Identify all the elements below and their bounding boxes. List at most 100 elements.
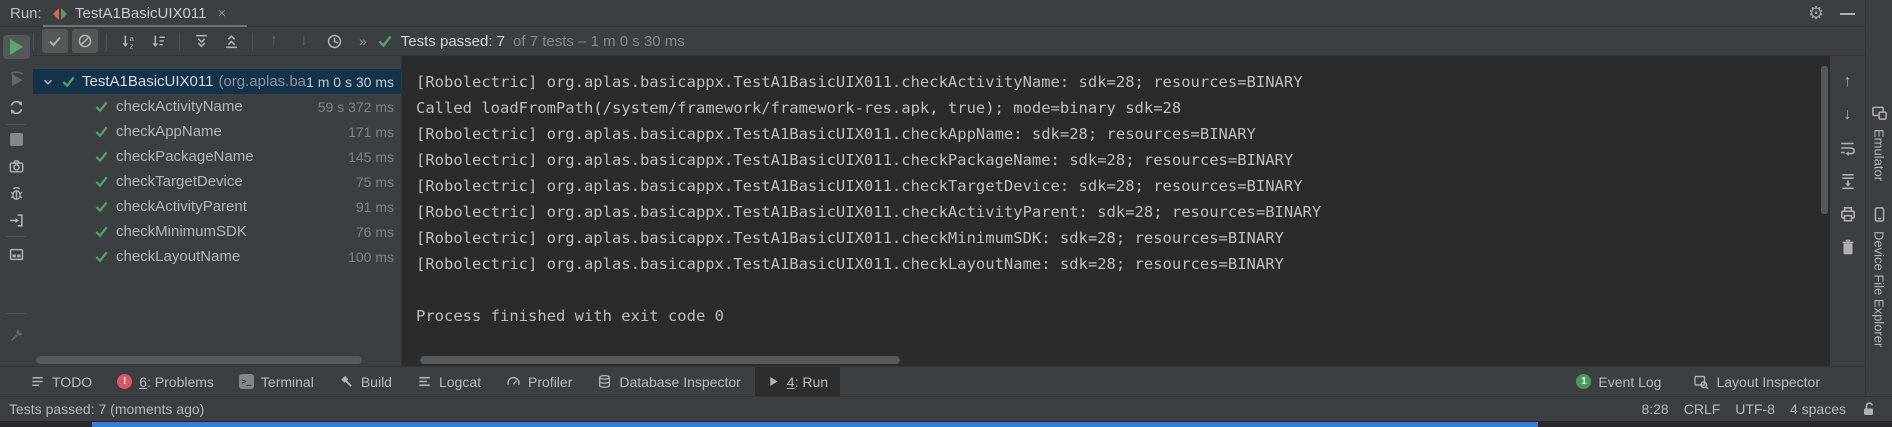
unlock-icon[interactable] — [1861, 401, 1877, 417]
console-text: [Robolectric] org.aplas.basicappx.TestA1… — [416, 69, 1321, 329]
problems-label: 6: Problems — [139, 374, 214, 390]
console-vertical-scrollbar[interactable] — [1821, 66, 1828, 214]
console-line: [Robolectric] org.aplas.basicappx.TestA1… — [416, 121, 1321, 147]
gear-icon[interactable]: ⚙ — [1808, 1, 1824, 26]
tool-button-logcat[interactable]: Logcat — [413, 367, 485, 396]
tool-button-device-file-explorer[interactable]: Device File Explorer — [1866, 206, 1892, 347]
tree-item-checkPackageName[interactable]: checkPackageName 145 ms — [33, 144, 401, 169]
encoding-widget[interactable]: UTF-8 — [1735, 401, 1775, 417]
console-line: [Robolectric] org.aplas.basicappx.TestA1… — [416, 225, 1321, 251]
test-passed-icon — [61, 74, 76, 89]
open-test-results-button[interactable] — [3, 208, 30, 232]
tree-item-root[interactable]: TestA1BasicUIX011 (org.aplas.basi 1 m 0 … — [33, 69, 401, 94]
console-output[interactable]: [Robolectric] org.aplas.basicappx.TestA1… — [401, 56, 1830, 366]
tree-horizontal-scrollbar[interactable] — [36, 356, 362, 364]
show-passed-button[interactable] — [42, 29, 68, 53]
console-line: [Robolectric] org.aplas.basicappx.TestA1… — [416, 199, 1321, 225]
test-passed-icon — [94, 224, 109, 239]
stripe-separator — [6, 124, 26, 125]
test-history-button[interactable] — [321, 29, 347, 53]
scroll-up-button[interactable]: ↑ — [1837, 72, 1859, 92]
show-ignored-button[interactable] — [72, 29, 98, 53]
next-failed-test-button[interactable]: ↓ — [291, 29, 317, 53]
expand-all-icon — [193, 33, 210, 50]
tool-button-emulator[interactable]: Emulator — [1866, 104, 1892, 181]
scroll-down-button[interactable]: ↓ — [1837, 105, 1859, 125]
tree-item-checkTargetDevice[interactable]: checkTargetDevice 75 ms — [33, 169, 401, 194]
ignored-circle-slash-icon — [77, 33, 93, 49]
tool-button-todo[interactable]: TODO — [26, 367, 96, 396]
tree-item-checkActivityParent[interactable]: checkActivityParent 91 ms — [33, 194, 401, 219]
toolbar-separator — [179, 33, 180, 50]
test-name: checkActivityName — [116, 98, 243, 115]
toggle-auto-test-button[interactable] — [3, 95, 30, 119]
tree-item-checkMinimumSDK[interactable]: checkMinimumSDK 76 ms — [33, 219, 401, 244]
tool-button-profiler[interactable]: Profiler — [502, 367, 576, 396]
toolbar-overflow-icon[interactable]: » — [359, 33, 365, 49]
indent-widget[interactable]: 4 spaces — [1790, 401, 1846, 417]
tests-passed-count: Tests passed: 7 — [401, 33, 505, 50]
collapse-all-icon — [223, 33, 240, 50]
console-line — [416, 277, 1321, 303]
rerun-failed-tests-button[interactable] — [3, 67, 30, 91]
dump-threads-button[interactable] — [3, 154, 30, 178]
line-ending-widget[interactable]: CRLF — [1684, 401, 1721, 417]
rerun-play-icon — [10, 39, 23, 55]
stop-button[interactable] — [3, 127, 30, 151]
tree-item-checkAppName[interactable]: checkAppName 171 ms — [33, 119, 401, 144]
expand-all-button[interactable] — [188, 29, 214, 53]
layout-inspector-icon — [1693, 374, 1709, 390]
tool-button-problems[interactable]: ! 6: Problems — [113, 367, 218, 396]
phone-icon — [1871, 206, 1888, 223]
tree-item-checkLayoutName[interactable]: checkLayoutName 100 ms — [33, 244, 401, 269]
tool-button-layout-inspector[interactable]: Layout Inspector — [1689, 367, 1824, 396]
console-line: [Robolectric] org.aplas.basicappx.TestA1… — [416, 251, 1321, 277]
tool-button-event-log[interactable]: 1 Event Log — [1572, 367, 1665, 396]
rerun-tests-button[interactable] — [3, 35, 30, 59]
sort-by-duration-button[interactable] — [145, 29, 171, 53]
test-name: checkTargetDevice — [116, 173, 243, 190]
stripe-separator — [6, 236, 26, 237]
status-widgets: 8:28 CRLF UTF-8 4 spaces — [1641, 401, 1877, 417]
layout-options-button[interactable] — [3, 242, 30, 266]
tool-button-run[interactable]: 4: Run — [755, 367, 840, 396]
test-time: 100 ms — [348, 249, 394, 265]
test-time: 76 ms — [356, 224, 394, 240]
console-line: [Robolectric] org.aplas.basicappx.TestA1… — [416, 173, 1321, 199]
run-tab-testa1basicuix011[interactable]: TestA1BasicUIX011 × — [44, 0, 234, 27]
sort-alphabetically-button[interactable]: a z — [115, 29, 141, 53]
caret-position-widget[interactable]: 8:28 — [1641, 401, 1668, 417]
soft-wrap-button[interactable] — [1837, 138, 1859, 158]
rerun-failed-icon — [8, 70, 26, 88]
import-arrow-icon — [8, 212, 25, 229]
auto-refresh-icon — [8, 99, 25, 116]
previous-failed-test-button[interactable]: ↑ — [261, 29, 287, 53]
print-button[interactable] — [1837, 204, 1859, 224]
status-message: Tests passed: 7 (moments ago) — [9, 401, 204, 417]
tree-item-checkActivityName[interactable]: checkActivityName 59 s 372 ms — [33, 94, 401, 119]
camera-icon — [8, 158, 25, 175]
database-inspector-label: Database Inspector — [619, 374, 740, 390]
minimize-icon[interactable] — [1840, 13, 1855, 15]
restart-debug-button[interactable] — [3, 181, 30, 205]
chevron-down-icon[interactable] — [41, 75, 55, 89]
right-tool-stripe: Emulator Device File Explorer — [1865, 0, 1892, 396]
run-tab-title: TestA1BasicUIX011 — [75, 5, 206, 22]
collapse-all-button[interactable] — [218, 29, 244, 53]
run-tool-window: Run: TestA1BasicUIX011 × ⚙ — [0, 0, 1892, 427]
pin-tab-button[interactable] — [3, 323, 30, 347]
window-layout-icon — [8, 246, 25, 263]
tool-button-terminal[interactable]: >_ Terminal — [235, 367, 318, 396]
console-horizontal-scrollbar[interactable] — [420, 356, 900, 364]
clear-console-button[interactable] — [1837, 237, 1859, 257]
todo-label: TODO — [52, 374, 92, 390]
toolbar-separator — [33, 33, 34, 50]
run-tab-label: 4: Run — [787, 374, 828, 390]
device-file-explorer-label: Device File Explorer — [1872, 231, 1887, 347]
scroll-to-end-button[interactable] — [1837, 171, 1859, 191]
tool-button-database-inspector[interactable]: Database Inspector — [593, 367, 744, 396]
error-badge-icon: ! — [117, 374, 132, 389]
tool-button-build[interactable]: Build — [335, 367, 396, 396]
close-icon[interactable]: × — [217, 5, 226, 22]
test-passed-icon — [94, 174, 109, 189]
